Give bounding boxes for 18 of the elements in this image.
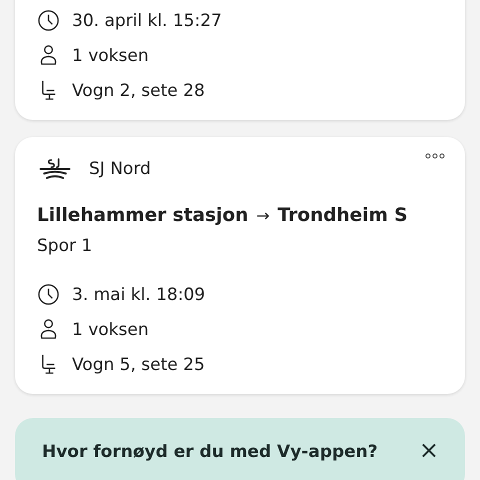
clock-icon — [37, 283, 60, 306]
detail-text: 30. april kl. 15:27 — [72, 10, 222, 30]
detail-text: 1 voksen — [72, 320, 149, 340]
detail-text: Vogn 2, sete 28 — [72, 80, 205, 100]
trip-card[interactable]: 30. april kl. 15:27 1 voksen Vogn 2, sete 28 — [15, 0, 465, 120]
trip-card[interactable]: SJ Nord Lillehammer stasjon → Trondheim S Spor 1 3. mai kl. 18:09 1 voksen Vogn 5, sete 25 — [15, 137, 465, 394]
arrow-text: → — [256, 206, 270, 225]
close-button[interactable]: × — [418, 438, 439, 462]
platform-text: Spor 1 — [37, 236, 94, 256]
detail-text: 3. mai kl. 18:09 — [72, 284, 206, 304]
detail-text: 1 voksen — [72, 46, 149, 66]
detail-text: Vogn 5, sete 25 — [72, 354, 205, 374]
arrival-station: Trondheim S — [278, 205, 408, 226]
more-options-icon[interactable] — [425, 153, 445, 159]
departure-station: Lillehammer stasjon — [37, 205, 248, 226]
operator-name: SJ Nord — [89, 159, 152, 179]
feedback-question: Hvor fornøyd er du med Vy-appen? — [42, 442, 378, 462]
clock-icon — [37, 9, 60, 32]
